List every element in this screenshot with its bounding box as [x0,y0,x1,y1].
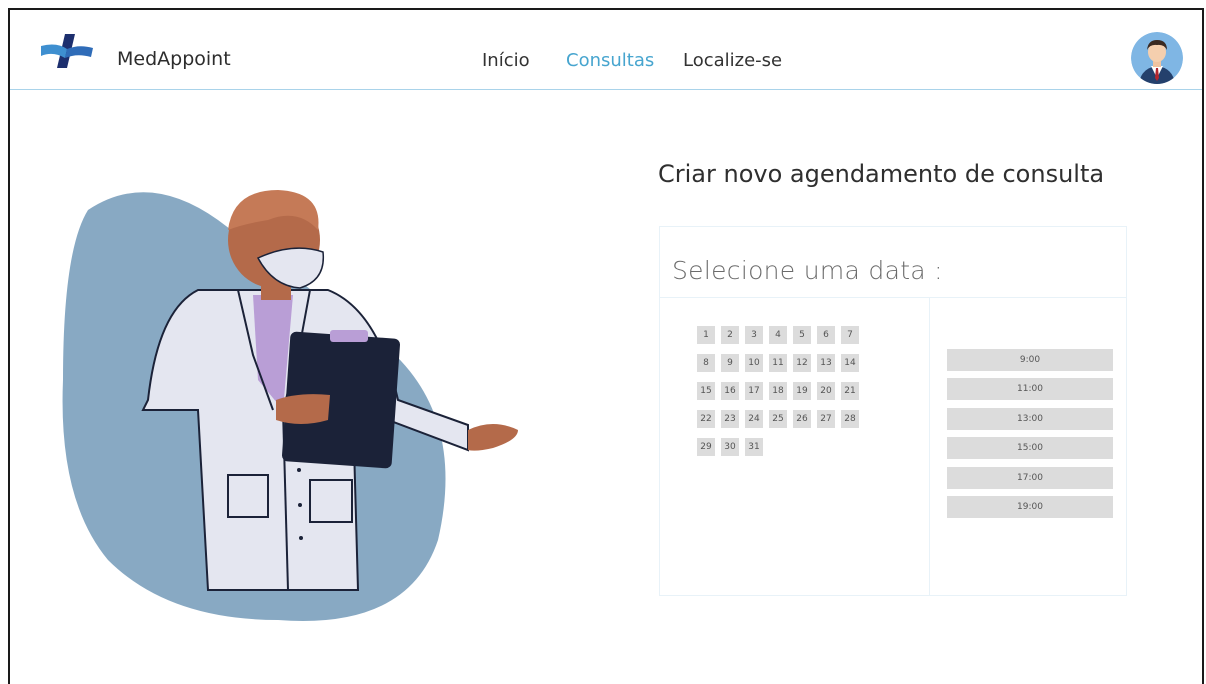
user-avatar-icon[interactable] [1131,32,1183,84]
day-cell[interactable]: 6 [817,326,835,344]
day-cell[interactable]: 17 [745,382,763,400]
day-cell[interactable]: 23 [721,410,739,428]
day-cell[interactable]: 3 [745,326,763,344]
day-cell[interactable]: 20 [817,382,835,400]
day-cell[interactable]: 27 [817,410,835,428]
day-cell[interactable]: 30 [721,438,739,456]
nav-consultas[interactable]: Consultas [566,50,654,71]
day-cell[interactable]: 22 [697,410,715,428]
day-cell[interactable]: 24 [745,410,763,428]
day-cell[interactable]: 8 [697,354,715,372]
day-cell[interactable]: 25 [769,410,787,428]
time-slot-button[interactable]: 11:00 [947,378,1113,401]
day-cell[interactable]: 9 [721,354,739,372]
day-cell[interactable]: 10 [745,354,763,372]
day-cell[interactable]: 14 [841,354,859,372]
day-cell[interactable]: 7 [841,326,859,344]
nav-localize-se[interactable]: Localize-se [683,50,782,71]
time-slot-button[interactable]: 9:00 [947,349,1113,371]
day-cell[interactable]: 11 [769,354,787,372]
appointment-panel: Selecione uma data : 1 2 3 4 5 6 7 8 9 10 11 12 13 14… [659,226,1127,596]
day-cell[interactable]: 16 [721,382,739,400]
time-slot-button[interactable]: 15:00 [947,437,1113,460]
day-cell[interactable]: 12 [793,354,811,372]
day-cell[interactable]: 29 [697,438,715,456]
day-cell[interactable]: 2 [721,326,739,344]
day-cell[interactable]: 28 [841,410,859,428]
day-cell[interactable]: 13 [817,354,835,372]
day-cell[interactable]: 31 [745,438,763,456]
day-cell[interactable]: 5 [793,326,811,344]
day-cell[interactable]: 19 [793,382,811,400]
form-title: Criar novo agendamento de consulta [658,160,1105,188]
date-prompt: Selecione uma data : [672,256,943,285]
day-cell[interactable]: 4 [769,326,787,344]
top-navbar: MedAppoint Início Consultas Localize-se [10,10,1202,90]
day-cell[interactable]: 21 [841,382,859,400]
column-divider [929,297,930,595]
time-slot-button[interactable]: 13:00 [947,407,1113,430]
day-cell[interactable]: 1 [697,326,715,344]
brand-name[interactable]: MedAppoint [117,48,231,70]
time-slot-button[interactable]: 17:00 [947,466,1113,489]
day-cell[interactable]: 18 [769,382,787,400]
day-cell[interactable]: 15 [697,382,715,400]
doctor-illustration [62,190,518,621]
nav-inicio[interactable]: Início [482,50,530,71]
time-slot-button[interactable]: 19:00 [947,496,1113,518]
day-cell[interactable]: 26 [793,410,811,428]
medical-cross-logo-icon [41,34,93,68]
date-prompt-header: Selecione uma data : [660,227,1126,298]
